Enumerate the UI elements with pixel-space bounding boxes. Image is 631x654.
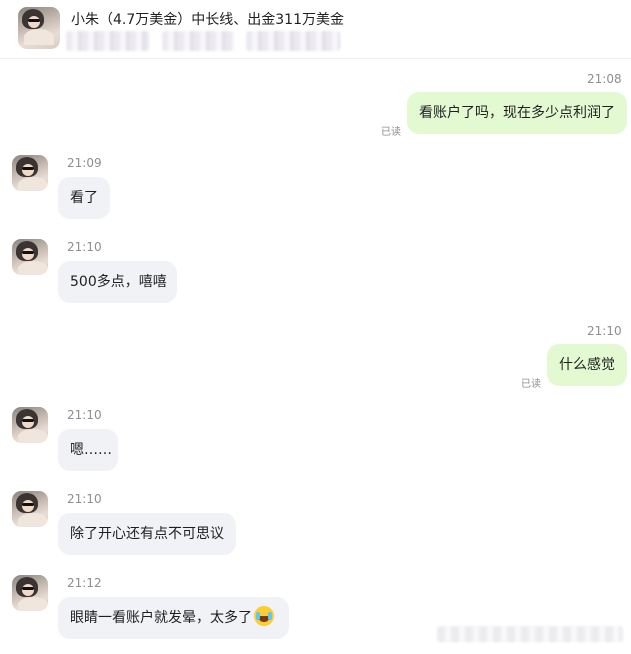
contact-avatar[interactable] — [12, 407, 48, 443]
laughing-crying-emoji-icon — [254, 606, 274, 626]
message-bubble-incoming[interactable]: 500多点，嘻嘻 — [58, 261, 177, 303]
contact-avatar[interactable] — [12, 575, 48, 611]
message-time: 21:10 — [67, 492, 102, 506]
blurred-info — [66, 31, 149, 51]
contact-avatar[interactable] — [12, 491, 48, 527]
message-bubble-incoming[interactable]: 看了 — [58, 177, 110, 219]
message-time: 21:10 — [67, 408, 102, 422]
read-receipt: 已读 — [521, 379, 541, 390]
contact-avatar[interactable] — [18, 7, 60, 49]
blurred-info — [162, 31, 234, 51]
blurred-info — [246, 31, 340, 51]
contact-avatar[interactable] — [12, 239, 48, 275]
message-bubble-incoming[interactable]: 眼睛一看账户就发晕，太多了 — [58, 597, 289, 639]
message-bubble-incoming[interactable]: 嗯…… — [58, 429, 118, 471]
message-time: 21:09 — [67, 156, 102, 170]
message-time: 21:12 — [67, 576, 102, 590]
message-text: 眼睛一看账户就发晕，太多了 — [70, 610, 252, 626]
message-bubble-outgoing[interactable]: 看账户了吗，现在多少点利润了 — [407, 92, 627, 134]
watermark — [437, 626, 623, 642]
message-time: 21:10 — [587, 324, 622, 338]
read-receipt: 已读 — [381, 127, 401, 138]
message-bubble-incoming[interactable]: 除了开心还有点不可思议 — [58, 513, 236, 555]
message-bubble-outgoing[interactable]: 什么感觉 — [547, 344, 627, 386]
message-time: 21:10 — [67, 240, 102, 254]
contact-name: 小朱（4.7万美金）中长线、出金311万美金 — [71, 12, 344, 28]
chat-header: 小朱（4.7万美金）中长线、出金311万美金 — [0, 0, 631, 59]
contact-avatar[interactable] — [12, 155, 48, 191]
message-time: 21:08 — [587, 72, 622, 86]
